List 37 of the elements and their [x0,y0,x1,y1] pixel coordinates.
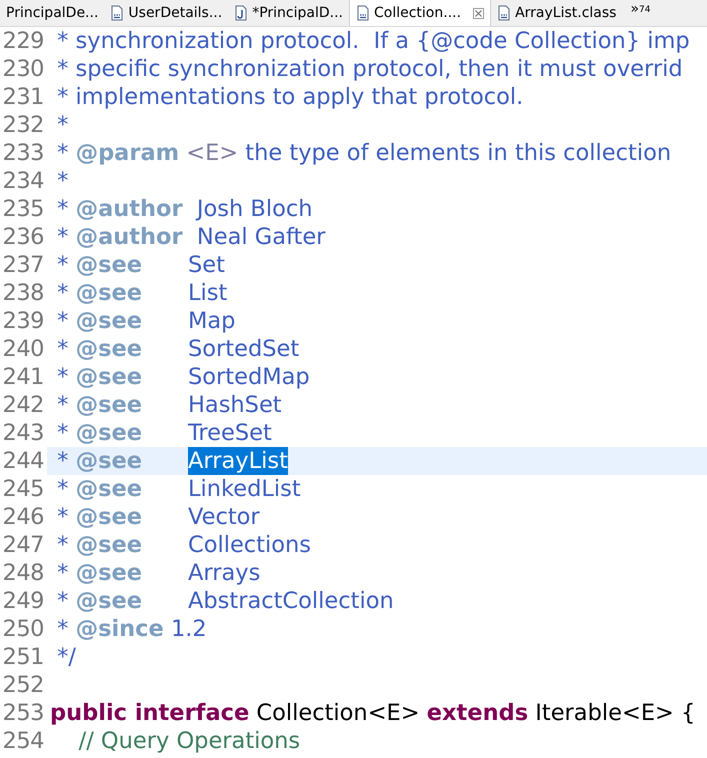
editor-tab[interactable]: PrincipalDe... [0,0,104,26]
code-line: * [56,111,68,139]
code-line: * @author Neal Gafter [56,223,326,251]
code-line: * @see AbstractCollection [56,587,394,615]
editor-tab[interactable]: Collection.... [349,0,492,26]
code-line: * synchronization protocol. If a {@code Collection} imp [56,27,690,55]
class-file-icon [497,5,512,21]
editor-tab[interactable]: ArrayList.class [491,0,622,26]
code-line: * implementations to apply that protocol. [56,83,524,111]
java-file-icon [234,5,248,21]
code-line: * @see List [56,279,228,307]
code-line: * @see LinkedList [56,475,301,503]
code-line: * @author Josh Bloch [56,195,313,223]
code-line: * @see SortedSet [56,335,300,363]
code-line: * @see SortedMap [56,363,310,391]
line-number: 244 [0,447,47,475]
code-line: * @param <E> the type of elements in this collection [56,139,672,167]
code-line: public interface Collection<E> extends Iterable<E> { [50,699,696,727]
class-file-icon [110,5,124,21]
code-line: * @see Collections [56,531,311,559]
code-line: * @see TreeSet [56,419,272,447]
code-line: * @see Set [56,251,225,279]
code-line: * specific synchronization protocol, then it must overrid [56,55,683,83]
code-line: */ [56,643,76,671]
code-line: * @see Vector [56,503,260,531]
code-line: * @see ArrayList [56,447,288,475]
code-line: * @see Arrays [56,559,260,587]
editor-tab[interactable]: *PrincipalD... [228,0,349,26]
editor-tab[interactable]: UserDetails... [104,0,228,26]
code-line: * @see HashSet [56,391,282,419]
code-line: * @since 1.2 [56,615,207,643]
close-icon[interactable] [473,8,484,18]
code-line: * [56,167,68,195]
class-file-icon [356,5,370,21]
code-line: * @see Map [56,307,236,335]
code-line: // Query Operations [78,727,300,755]
more-tabs-button[interactable]: »74 [622,0,650,26]
